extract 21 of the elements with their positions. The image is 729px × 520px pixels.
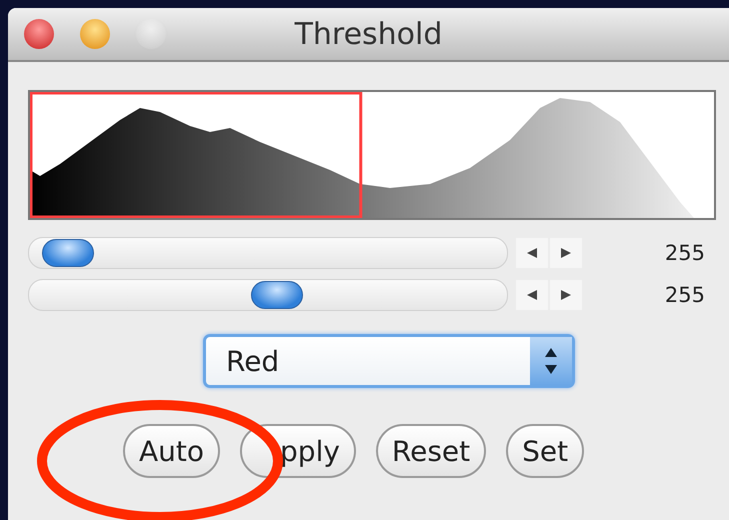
slider-thumb[interactable] [250,281,303,309]
step-left-button[interactable] [516,238,548,268]
channel-dropdown[interactable]: Red [203,334,575,388]
close-button[interactable] [24,19,54,49]
left-triangle-icon [527,248,537,258]
right-triangle-icon [561,290,571,300]
action-button[interactable]: Reset [376,424,486,478]
action-button[interactable]: Auto [123,424,220,478]
step-right-button[interactable] [550,238,582,268]
step-left-button[interactable] [516,280,548,310]
right-triangle-icon [561,248,571,258]
up-down-arrows-icon [545,348,557,374]
slider-value: 255 [664,283,705,307]
slider-value: 255 [664,241,705,265]
step-right-button[interactable] [550,280,582,310]
slider-track[interactable] [28,279,508,311]
left-triangle-icon [527,290,537,300]
slider-track[interactable] [28,237,508,269]
window-title: Threshold [294,16,442,52]
slider-thumb[interactable] [42,239,94,267]
action-button[interactable]: Set [506,424,584,478]
